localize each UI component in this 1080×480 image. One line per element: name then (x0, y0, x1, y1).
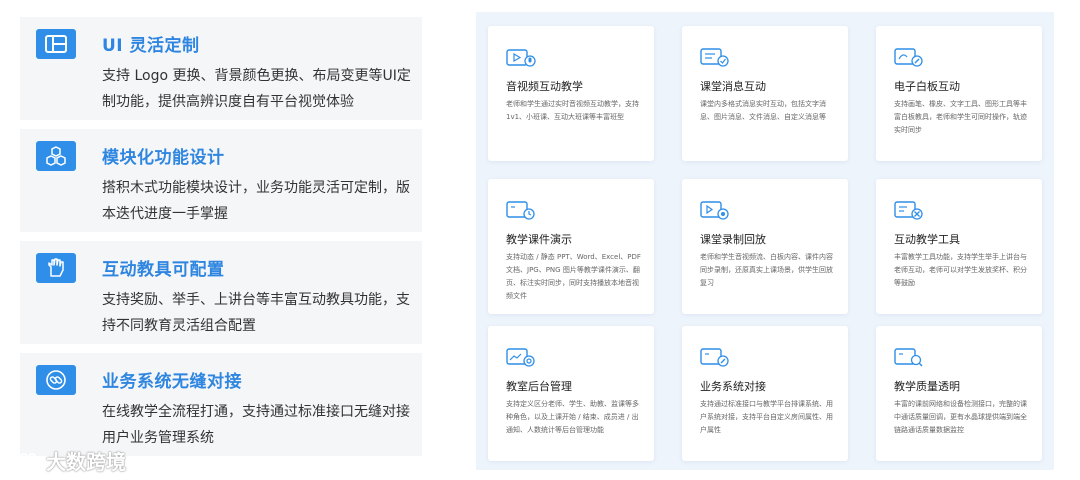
card-title: 教学质量透明 (894, 380, 960, 393)
link-icon (36, 365, 76, 395)
admin-icon (506, 348, 535, 367)
card-description: 支持动态 / 静态 PPT、Word、Excel、PDF 文档、JPG、PNG … (506, 253, 641, 300)
card-title: 电子白板互动 (894, 80, 960, 93)
card-teaching-tools: 互动教学工具 丰富教学工具功能，支持学生举手上讲台与老师互动，老师可以对学生发放… (876, 179, 1042, 314)
connect-icon (700, 348, 729, 367)
card-title: 业务系统对接 (700, 380, 766, 393)
capability-grid: 音视频互动教学 老师和学生通过实时音视频互动教学，支持 1v1、小班课、互动大班… (476, 12, 1054, 470)
tools-icon (894, 201, 923, 220)
message-icon (700, 48, 729, 67)
card-whiteboard: 电子白板互动 支持画笔、橡皮、文字工具、图形工具等丰富白板教具，老师和学生可同时… (876, 26, 1042, 161)
card-title: 教学课件演示 (506, 233, 572, 246)
card-system-connect: 业务系统对接 支持通过标准接口与教学平台排课系统、用户系统对接，支持平台自定义房… (682, 326, 848, 461)
feature-modular-design: 模块化功能设计 搭积木式功能模块设计，业务功能灵活可定制，版本迭代进度一手掌握 (20, 129, 422, 232)
feature-ui-customization: UI 灵活定制 支持 Logo 更换、背景颜色更换、布局变更等UI定制功能，提供… (20, 17, 422, 120)
feature-title: 互动教具可配置 (102, 260, 225, 280)
courseware-icon (506, 201, 535, 220)
layout-icon (36, 29, 76, 59)
card-description: 课堂内多格式消息实时互动，包括文字消息、图片消息、文件消息、自定义消息等 (700, 100, 826, 121)
watermark-logo-icon (9, 452, 36, 468)
feature-description: 搭积木式功能模块设计，业务功能灵活可定制，版本迭代进度一手掌握 (102, 180, 410, 222)
card-title: 课堂消息互动 (700, 80, 766, 93)
card-classroom-message: 课堂消息互动 课堂内多格式消息实时互动，包括文字消息、图片消息、文件消息、自定义… (682, 26, 848, 161)
feature-interactive-tools: 互动教具可配置 支持奖励、举手、上讲台等丰富互动教具功能，支持不同教育灵活组合配… (20, 241, 422, 344)
card-courseware: 教学课件演示 支持动态 / 静态 PPT、Word、Excel、PDF 文档、J… (488, 179, 654, 314)
card-description: 丰富的课前网络和设备检测接口，完整的课中通话质量回调，更有水晶球提供端到端全链路… (894, 400, 1027, 434)
card-av-teaching: 音视频互动教学 老师和学生通过实时音视频互动教学，支持 1v1、小班课、互动大班… (488, 26, 654, 161)
card-description: 支持定义区分老师、学生、助教、监课等多种角色，以及上课开始 / 结束、成员进 /… (506, 400, 639, 434)
record-icon (700, 201, 729, 220)
card-description: 支持画笔、橡皮、文字工具、图形工具等丰富白板教具，老师和学生可同时操作，轨迹实时… (894, 100, 1027, 134)
feature-description: 支持 Logo 更换、背景颜色更换、布局变更等UI定制功能，提供高辨识度自有平台… (102, 68, 411, 110)
card-description: 老师和学生音视频流、白板内容、课件内容同步录制，还原真实上课场景，供学生回放复习 (700, 253, 833, 287)
feature-title: 模块化功能设计 (102, 148, 225, 168)
card-description: 支持通过标准接口与教学平台排课系统、用户系统对接，支持平台自定义房间属性、用户属… (700, 400, 833, 434)
hand-icon (36, 253, 76, 283)
feature-title: UI 灵活定制 (102, 36, 200, 56)
feature-title: 业务系统无缝对接 (102, 372, 242, 392)
card-title: 教室后台管理 (506, 380, 572, 393)
card-title: 课堂录制回放 (700, 233, 766, 246)
feature-description: 支持奖励、举手、上讲台等丰富互动教具功能，支持不同教育灵活组合配置 (102, 292, 410, 334)
feature-system-integration: 业务系统无缝对接 在线教学全流程打通，支持通过标准接口无缝对接用户业务管理系统 (20, 353, 422, 456)
whiteboard-icon (894, 48, 923, 67)
quality-icon (894, 348, 923, 367)
feature-description: 在线教学全流程打通，支持通过标准接口无缝对接用户业务管理系统 (102, 404, 410, 446)
cubes-icon (36, 141, 76, 171)
card-admin: 教室后台管理 支持定义区分老师、学生、助教、监课等多种角色，以及上课开始 / 结… (488, 326, 654, 461)
card-title: 音视频互动教学 (506, 80, 583, 93)
card-quality: 教学质量透明 丰富的课前网络和设备检测接口，完整的课中通话质量回调，更有水晶球提… (876, 326, 1042, 461)
card-description: 老师和学生通过实时音视频互动教学，支持 1v1、小班课、互动大班课等丰富班型 (506, 100, 639, 121)
watermark-text: 大数跨境 (46, 450, 126, 474)
card-recording: 课堂录制回放 老师和学生音视频流、白板内容、课件内容同步录制，还原真实上课场景，… (682, 179, 848, 314)
card-description: 丰富教学工具功能，支持学生举手上讲台与老师互动，老师可以对学生发放奖杯、积分等鼓… (894, 253, 1027, 287)
watermark: 大数跨境 (8, 446, 126, 475)
card-title: 互动教学工具 (894, 233, 960, 246)
video-mic-icon (506, 49, 536, 67)
